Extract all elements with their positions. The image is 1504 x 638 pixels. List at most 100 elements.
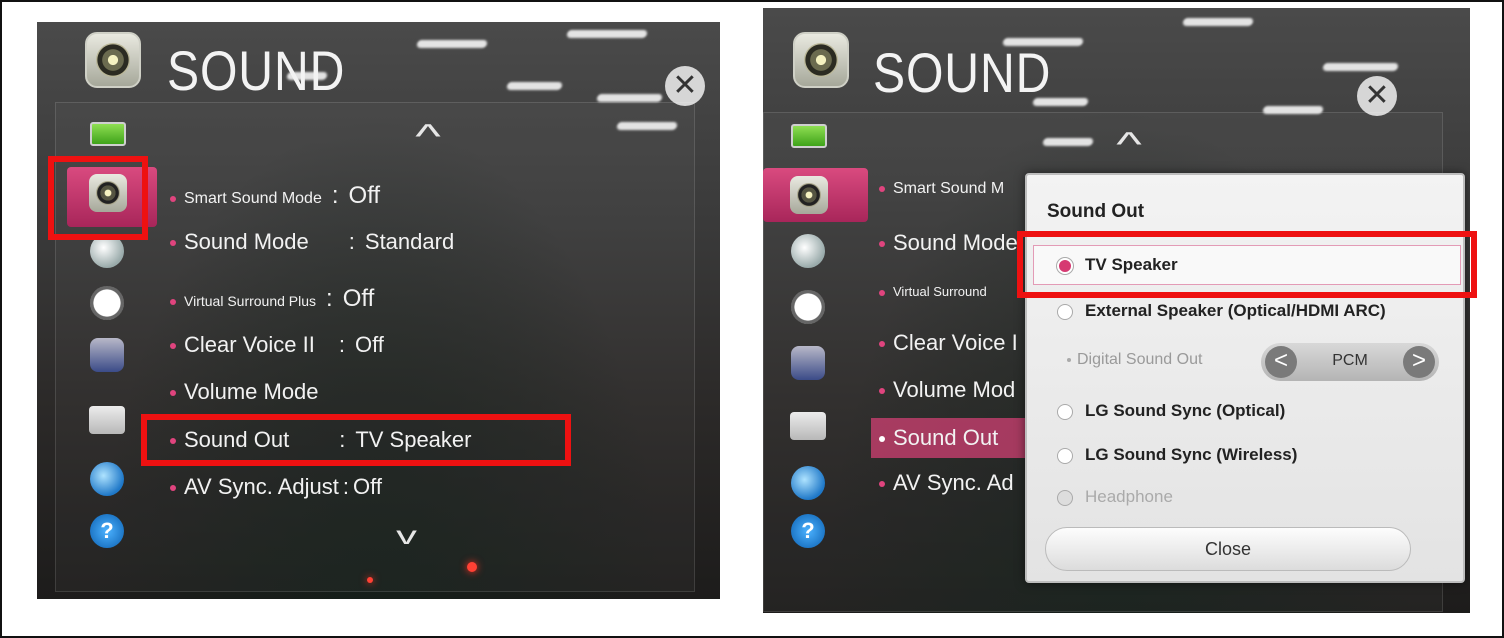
left-tv-screen: SOUND ✕ ? ^ v Smart Sound Mode: Off Sound… [37, 22, 720, 599]
sound-header-icon [793, 32, 849, 88]
menu-item-sound-mode[interactable]: Sound Mode [879, 230, 1018, 256]
menu-item-virtual-surround-plus[interactable]: Virtual Surround Plus: Off [170, 285, 374, 313]
popup-close-button[interactable]: Close [1045, 527, 1411, 571]
menu-item-clear-voice[interactable]: Clear Voice I [879, 330, 1018, 356]
page-title: SOUND [167, 39, 346, 102]
radio-icon [1057, 303, 1073, 320]
menu-item-value: Off [348, 182, 381, 209]
bullet [170, 390, 176, 397]
page-title: SOUND [873, 41, 1052, 104]
bullet [170, 485, 176, 492]
menu-item-label: Sound Mode [893, 230, 1018, 255]
bullet [170, 240, 176, 247]
option-label: LG Sound Sync (Optical) [1085, 401, 1286, 420]
scroll-up-icon[interactable]: ^ [415, 118, 441, 157]
toolbox-icon[interactable] [89, 406, 125, 434]
satellite-icon[interactable] [791, 234, 825, 268]
option-label: Headphone [1085, 487, 1173, 506]
lock-icon[interactable] [90, 338, 124, 372]
menu-item-label: Clear Voice I [893, 330, 1018, 355]
menu-item-label: Sound Out [893, 425, 999, 450]
menu-item-label: Virtual Surround [893, 284, 987, 299]
option-external-speaker[interactable]: External Speaker (Optical/HDMI ARC) [1057, 301, 1386, 321]
scroll-up-icon[interactable]: ^ [1116, 126, 1142, 165]
menu-item-value: Off [353, 474, 382, 499]
menu-item-av-sync-adjust[interactable]: AV Sync. Adjust: Off [170, 474, 382, 500]
menu-item-volume-mode[interactable]: Volume Mod [879, 377, 1015, 403]
menu-item-label: Virtual Surround Plus [184, 293, 317, 309]
close-icon[interactable]: ✕ [1357, 76, 1397, 116]
menu-item-label: Sound Mode [184, 229, 309, 254]
right-tv-screen: SOUND ✕ ? ^ Smart Sound M Sound Mode Vir… [763, 8, 1470, 613]
menu-item-value: Off [354, 332, 384, 357]
colon: : [342, 474, 350, 499]
digital-sound-out-label: Digital Sound Out [1067, 351, 1202, 369]
menu-item-label: Smart Sound M [893, 180, 1005, 197]
colon: : [331, 182, 339, 209]
bullet [879, 388, 885, 395]
menu-item-smart-sound-mode[interactable]: Smart Sound M [879, 180, 1004, 198]
colon: : [348, 229, 355, 254]
bullet [170, 195, 176, 202]
menu-item-smart-sound-mode[interactable]: Smart Sound Mode: Off [170, 182, 380, 210]
bullet [879, 289, 885, 296]
option-label: External Speaker (Optical/HDMI ARC) [1085, 301, 1386, 320]
radio-icon [1057, 447, 1073, 464]
ceiling-light [566, 30, 648, 38]
option-label: Digital Sound Out [1077, 351, 1203, 368]
help-icon[interactable]: ? [791, 514, 825, 548]
ceiling-light [506, 82, 563, 90]
option-lg-sound-sync-wireless[interactable]: LG Sound Sync (Wireless) [1057, 445, 1297, 465]
lock-icon[interactable] [791, 346, 825, 380]
menu-item-label: AV Sync. Ad [893, 470, 1014, 495]
menu-item-av-sync-adjust[interactable]: AV Sync. Ad [879, 470, 1014, 496]
ceiling-light [1182, 18, 1254, 26]
highlight-box-sound-tab [48, 156, 148, 240]
bullet [879, 241, 885, 248]
bullet [1067, 357, 1071, 362]
tv-icon[interactable] [791, 124, 827, 148]
highlight-box-tv-speaker [1017, 231, 1477, 298]
menu-item-label: Smart Sound Mode [184, 190, 322, 207]
close-icon[interactable]: ✕ [665, 66, 705, 106]
chevron-right-icon[interactable]: > [1403, 346, 1435, 378]
option-headphone[interactable]: Headphone [1057, 487, 1173, 507]
sound-header-icon [85, 32, 141, 88]
menu-item-sound-mode[interactable]: Sound Mode: Standard [170, 229, 454, 255]
digital-sound-out-stepper[interactable]: < PCM > [1261, 343, 1439, 381]
bullet [879, 185, 885, 192]
highlight-box-sound-out [141, 414, 571, 466]
menu-item-volume-mode[interactable]: Volume Mode [170, 379, 319, 405]
menu-item-label: Volume Mode [184, 379, 319, 404]
bullet [170, 343, 176, 350]
option-lg-sound-sync-optical[interactable]: LG Sound Sync (Optical) [1057, 401, 1285, 421]
menu-item-value: Off [342, 285, 375, 312]
clock-icon[interactable] [90, 286, 124, 320]
tv-icon[interactable] [90, 122, 126, 146]
bullet [879, 436, 885, 443]
radio-icon [1057, 489, 1073, 506]
menu-item-virtual-surround[interactable]: Virtual Surround [879, 284, 987, 299]
globe-icon[interactable] [90, 462, 124, 496]
bullet [879, 341, 885, 348]
ceiling-light [416, 40, 488, 48]
bullet [879, 481, 885, 488]
scroll-down-icon[interactable]: v [396, 520, 417, 551]
option-label: LG Sound Sync (Wireless) [1085, 445, 1298, 464]
popup-title: Sound Out [1047, 201, 1145, 222]
menu-item-label: Clear Voice II [184, 332, 315, 357]
clock-icon[interactable] [791, 290, 825, 324]
menu-item-label: Volume Mod [893, 377, 1016, 402]
menu-item-value: Standard [364, 229, 455, 254]
radio-icon [1057, 403, 1073, 420]
ceiling-light [596, 94, 663, 102]
colon: : [338, 332, 345, 357]
colon: : [326, 285, 333, 312]
bullet [170, 299, 176, 306]
help-icon[interactable]: ? [90, 514, 124, 548]
sound-icon[interactable] [790, 176, 828, 214]
menu-item-clear-voice[interactable]: Clear Voice II: Off [170, 332, 384, 358]
toolbox-icon[interactable] [790, 412, 826, 440]
globe-icon[interactable] [791, 466, 825, 500]
menu-item-sound-out[interactable]: Sound Out [879, 425, 998, 451]
